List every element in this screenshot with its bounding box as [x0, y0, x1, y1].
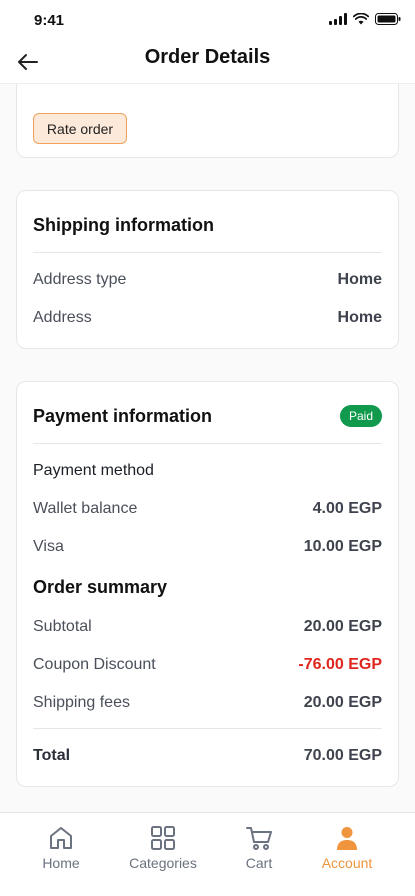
rate-order-button[interactable]: Rate order [33, 113, 127, 144]
battery-icon [375, 13, 401, 25]
shipping-information-card: Shipping information Address type Home A… [16, 190, 399, 349]
wallet-balance-label: Wallet balance [33, 500, 138, 517]
user-icon [337, 827, 357, 850]
status-bar: 9:41 [0, 0, 415, 40]
payment-information-card: Payment information Paid Payment method … [16, 381, 399, 787]
divider [33, 443, 382, 444]
address-type-label: Address type [33, 271, 127, 288]
address-value: Home [337, 309, 382, 326]
subtotal-value: 20.00 EGP [303, 618, 382, 635]
status-icons [329, 13, 401, 25]
shipping-title: Shipping information [33, 215, 214, 235]
order-summary-title: Order summary [33, 577, 168, 597]
signal-icon [329, 13, 347, 25]
home-icon [50, 827, 72, 849]
app-header: Order Details [0, 40, 415, 84]
divider [33, 252, 382, 253]
coupon-discount-label: Coupon Discount [33, 656, 156, 673]
order-details-content[interactable]: Rate order Shipping information Address … [0, 84, 415, 812]
status-time: 9:41 [34, 12, 65, 29]
grid-icon [151, 826, 175, 850]
coupon-discount-value: -76.00 EGP [298, 656, 382, 673]
tab-categories[interactable]: Categories [111, 813, 215, 883]
address-type-value: Home [337, 271, 382, 288]
total-value: 70.00 EGP [303, 747, 382, 764]
address-label: Address [33, 309, 92, 326]
paid-status-badge: Paid [339, 405, 382, 427]
shipping-fees-label: Shipping fees [33, 694, 130, 711]
wifi-icon [353, 13, 369, 25]
tab-categories-label: Categories [129, 855, 197, 871]
shipping-fees-value: 20.00 EGP [303, 694, 382, 711]
tab-home-label: Home [42, 855, 80, 871]
subtotal-label: Subtotal [33, 618, 92, 635]
visa-label: Visa [33, 538, 64, 555]
payment-method-title: Payment method [33, 462, 154, 479]
tab-home[interactable]: Home [9, 813, 113, 883]
total-label: Total [33, 747, 71, 764]
bottom-tab-bar: Home Categories Cart Account [0, 812, 415, 896]
cart-icon [246, 827, 272, 850]
visa-value: 10.00 EGP [303, 538, 382, 555]
divider [33, 728, 382, 729]
wallet-balance-value: 4.00 EGP [312, 500, 382, 517]
order-items-card: Rate order [16, 84, 399, 158]
tab-account[interactable]: Account [295, 813, 399, 883]
tab-account-label: Account [321, 855, 373, 871]
page-title: Order Details [144, 46, 271, 68]
payment-title: Payment information [33, 406, 213, 426]
